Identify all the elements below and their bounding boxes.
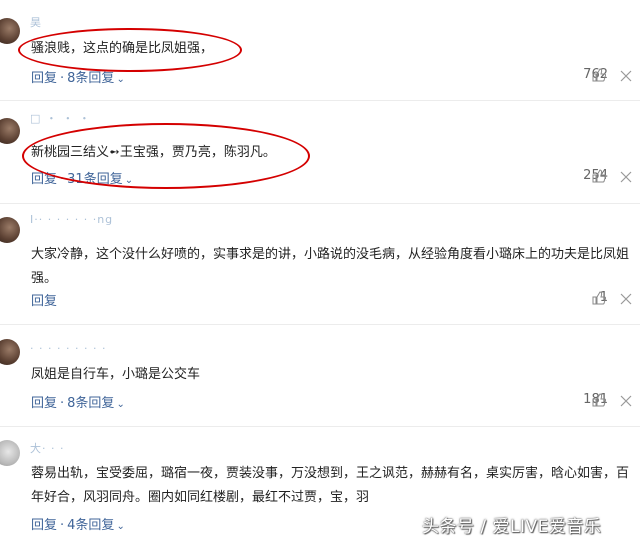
thumb-up-icon[interactable] bbox=[592, 291, 606, 305]
comment-text: 凤姐是自行车，小璐是公交车 bbox=[31, 367, 201, 382]
username-blurred[interactable]: 昊 bbox=[30, 14, 42, 30]
reply-row: 回复 · 8条回复 ⌄ bbox=[31, 67, 125, 86]
reply-row: 回复 · 31条回复 ⌄ bbox=[31, 168, 133, 187]
reply-count-link[interactable]: 8条回复 bbox=[67, 71, 114, 86]
divider bbox=[0, 324, 640, 325]
more-icon[interactable] bbox=[620, 171, 632, 183]
separator-dot: · bbox=[60, 172, 65, 187]
separator-dot: · bbox=[60, 71, 65, 86]
avatar[interactable] bbox=[0, 18, 20, 44]
username-blurred[interactable]: 大· · · bbox=[30, 440, 64, 456]
reply-count-link[interactable]: 31条回复 bbox=[67, 172, 123, 187]
more-icon[interactable] bbox=[620, 395, 632, 407]
chevron-down-icon[interactable]: ⌄ bbox=[116, 399, 124, 410]
reply-row: 回复 · 4条回复 ⌄ bbox=[31, 514, 125, 533]
reply-link[interactable]: 回复 bbox=[31, 396, 57, 411]
divider bbox=[0, 100, 640, 101]
reply-link[interactable]: 回复 bbox=[31, 294, 57, 309]
avatar[interactable] bbox=[0, 339, 20, 365]
divider bbox=[0, 203, 640, 204]
comment-text: 大家冷静，这个没什么好喷的，实事求是的讲，小路说的没毛病，从经验角度看小璐床上的… bbox=[31, 247, 630, 286]
thumb-up-icon[interactable] bbox=[592, 393, 606, 407]
reply-link[interactable]: 回复 bbox=[31, 518, 57, 533]
avatar[interactable] bbox=[0, 440, 20, 466]
reply-link[interactable]: 回复 bbox=[31, 172, 57, 187]
comment-text: 新桃园三结义➻王宝强，贾乃亮，陈羽凡。 bbox=[31, 145, 276, 160]
separator-dot: · bbox=[60, 518, 65, 533]
reply-link[interactable]: 回复 bbox=[31, 71, 57, 86]
avatar[interactable] bbox=[0, 217, 20, 243]
reply-row: 回复 bbox=[31, 290, 57, 309]
comment-text: 骚浪贱，这点的确是比凤姐强， bbox=[31, 41, 214, 56]
chevron-down-icon[interactable]: ⌄ bbox=[125, 175, 133, 186]
avatar[interactable] bbox=[0, 118, 20, 144]
more-icon[interactable] bbox=[620, 293, 632, 305]
divider bbox=[0, 426, 640, 427]
chevron-down-icon[interactable]: ⌄ bbox=[116, 74, 124, 85]
comment-text: 蓉易出轨，宝受委屈，璐宿一夜，贾装没事，万没想到，王之讽范，赫赫有名，桌实厉害，… bbox=[31, 466, 630, 505]
username-blurred[interactable]: · · · · · · · · · bbox=[30, 342, 106, 355]
thumb-up-icon[interactable] bbox=[592, 169, 606, 183]
reply-row: 回复 · 8条回复 ⌄ bbox=[31, 392, 125, 411]
chevron-down-icon[interactable]: ⌄ bbox=[116, 521, 124, 532]
username-blurred[interactable]: I·· · · · · · ·ng bbox=[30, 213, 113, 226]
separator-dot: · bbox=[60, 396, 65, 411]
watermark: 头条号 / 爱LIVE爱音乐 bbox=[422, 517, 602, 537]
more-icon[interactable] bbox=[620, 70, 632, 82]
reply-count-link[interactable]: 8条回复 bbox=[67, 396, 114, 411]
username-blurred[interactable]: □ ・ ・ ・ bbox=[30, 110, 91, 126]
thumb-up-icon[interactable] bbox=[592, 68, 606, 82]
reply-count-link[interactable]: 4条回复 bbox=[67, 518, 114, 533]
